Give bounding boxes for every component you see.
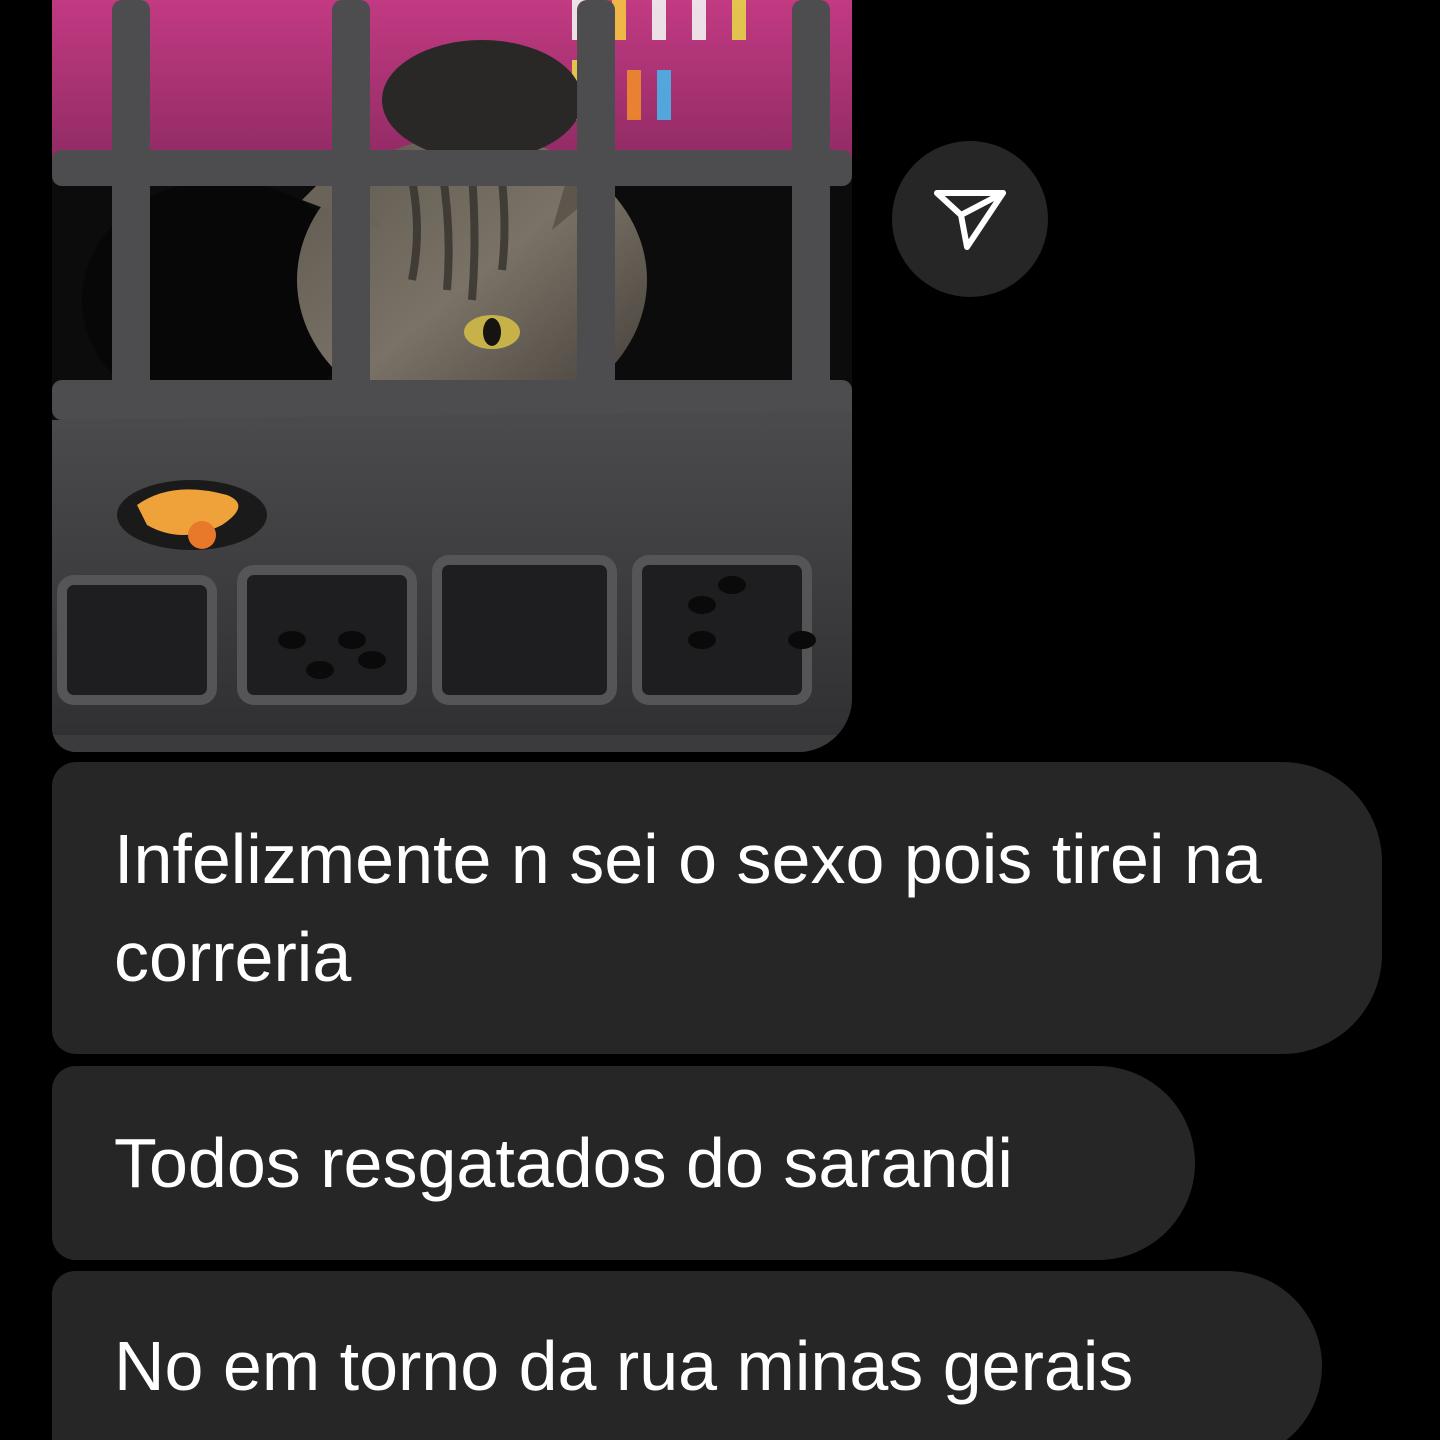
- message-text: Infelizmente n sei o sexo pois tirei na …: [114, 820, 1262, 996]
- photo-message[interactable]: [52, 0, 852, 752]
- message-text: No em torno da rua minas gerais: [114, 1327, 1134, 1405]
- message-bubble[interactable]: Infelizmente n sei o sexo pois tirei na …: [52, 762, 1382, 1054]
- message-text: Todos resgatados do sarandi: [114, 1124, 1013, 1202]
- message-bubble[interactable]: Todos resgatados do sarandi: [52, 1066, 1195, 1260]
- send-paper-plane-icon: [934, 190, 1006, 250]
- cat-in-carrier-photo: [52, 0, 852, 752]
- share-button[interactable]: [892, 141, 1048, 297]
- message-bubble[interactable]: No em torno da rua minas gerais: [52, 1271, 1322, 1440]
- chat-screen: Infelizmente n sei o sexo pois tirei na …: [0, 0, 1440, 1440]
